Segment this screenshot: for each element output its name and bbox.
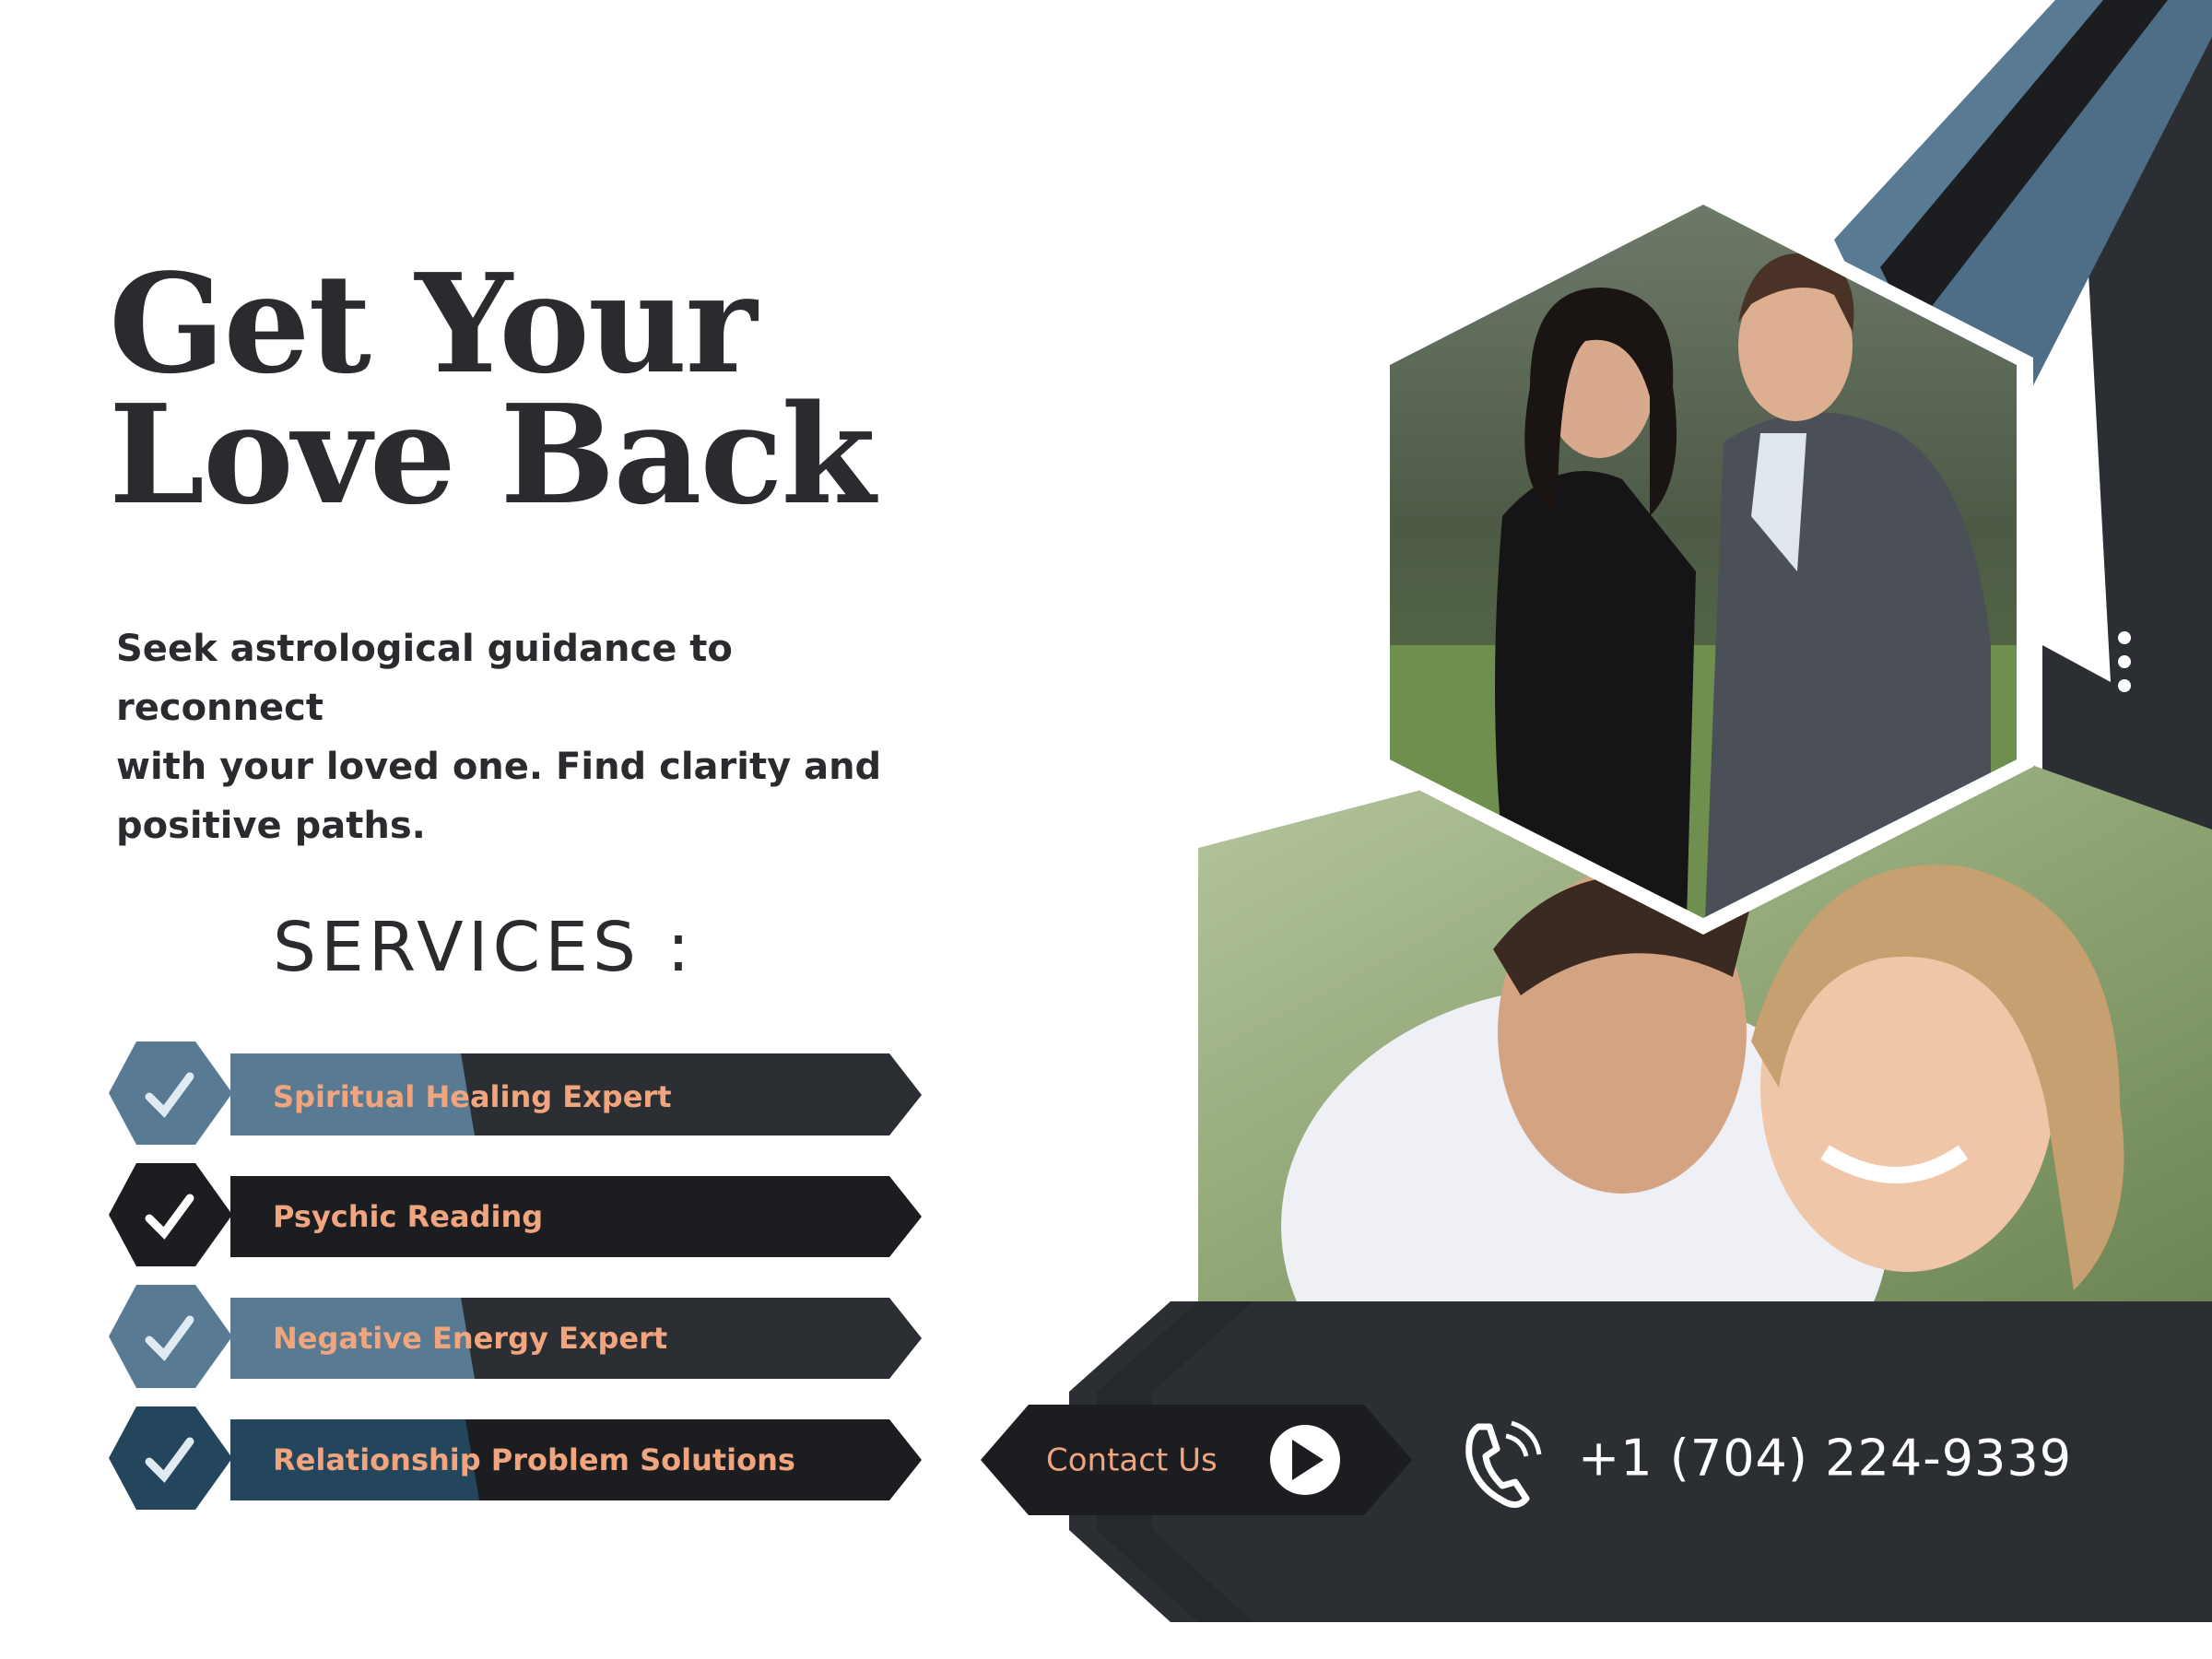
subtitle: Seek astrological guidance to reconnect … [116, 619, 946, 855]
services-heading: SERVICES : [273, 908, 695, 987]
phone-number[interactable]: +1 (704) 224-9339 [1578, 1430, 2072, 1488]
service-item: Psychic Reading [109, 1163, 922, 1266]
page-title: Get Your Love Back [109, 255, 876, 523]
service-item: Negative Energy Expert [109, 1285, 922, 1388]
contact-label: Contact Us [1046, 1442, 1218, 1479]
subtitle-line: with your loved one. Find clarity and [116, 746, 882, 788]
vertical-dots-icon[interactable] [2118, 631, 2131, 692]
service-label: Negative Energy Expert [273, 1321, 667, 1356]
title-line: Love Back [109, 374, 876, 535]
service-item: Spiritual Healing Expert [109, 1041, 922, 1145]
service-label: Relationship Problem Solutions [273, 1442, 795, 1477]
service-item: Relationship Problem Solutions [109, 1406, 922, 1510]
subtitle-line: positive paths. [116, 805, 426, 847]
service-label: Psychic Reading [273, 1199, 543, 1234]
service-label: Spiritual Healing Expert [273, 1079, 671, 1114]
contact-button[interactable]: Contact Us [981, 1405, 1412, 1515]
subtitle-line: Seek astrological guidance to reconnect [116, 628, 733, 729]
